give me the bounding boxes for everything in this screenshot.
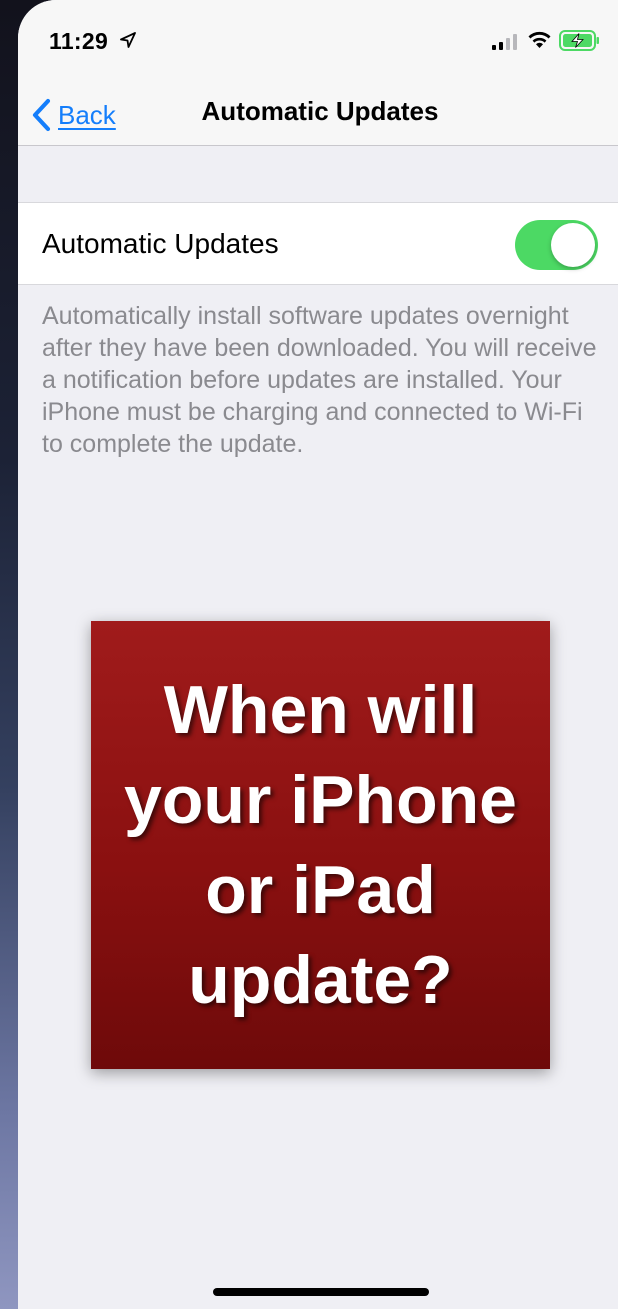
promo-overlay-card: When will your iPhone or iPad update? [91, 621, 550, 1069]
status-bar: 11:29 [18, 0, 618, 86]
cellular-signal-icon [492, 34, 517, 50]
status-time: 11:29 [49, 28, 109, 54]
page-title: Automatic Updates [201, 96, 439, 126]
navigation-bar: Back Automatic Updates [18, 86, 618, 146]
automatic-updates-row: Automatic Updates [18, 202, 618, 285]
automatic-updates-label: Automatic Updates [42, 228, 279, 259]
phone-screen: 11:29 Back Automatic Updates Automatic U… [18, 0, 618, 1309]
home-indicator[interactable] [213, 1288, 429, 1296]
toggle-knob [551, 223, 595, 267]
wifi-icon [528, 31, 551, 48]
automatic-updates-description: Automatically install software updates o… [42, 302, 597, 458]
promo-overlay-text: When will your iPhone or iPad update? [124, 672, 517, 1018]
battery-charging-icon [559, 30, 599, 51]
automatic-updates-toggle[interactable] [515, 220, 598, 270]
location-arrow-icon [120, 32, 136, 48]
